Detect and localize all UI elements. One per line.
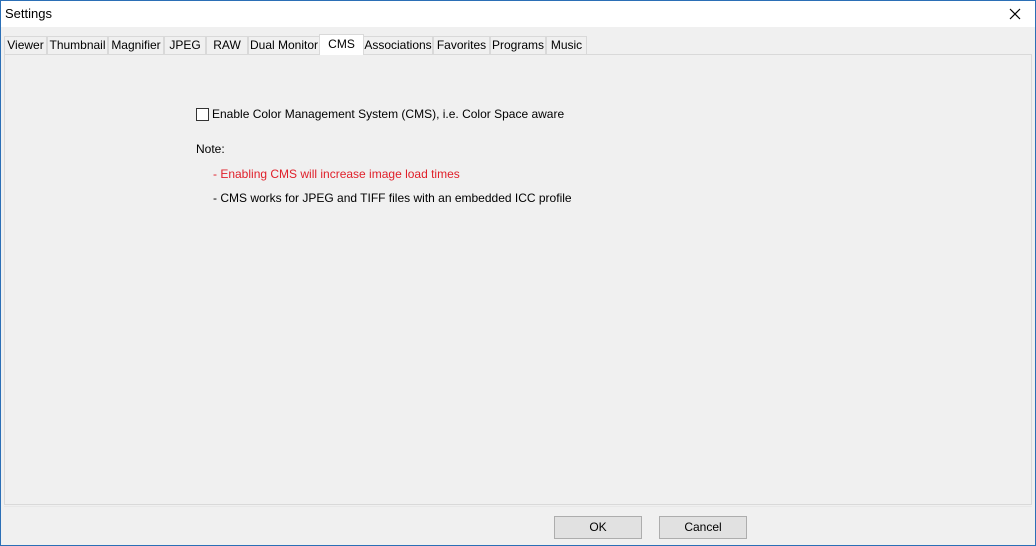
tab-thumbnail[interactable]: Thumbnail [47,36,108,54]
tab-viewer[interactable]: Viewer [4,36,47,54]
tab-raw[interactable]: RAW [206,36,248,54]
close-icon [1009,8,1021,20]
close-button[interactable] [995,1,1035,27]
cms-tab-panel: Enable Color Management System (CMS), i.… [4,54,1032,505]
enable-cms-label: Enable Color Management System (CMS), i.… [212,107,565,121]
note-supported-formats: - CMS works for JPEG and TIFF files with… [213,191,572,205]
enable-cms-option[interactable]: Enable Color Management System (CMS), i.… [196,107,564,121]
title-bar: Settings [1,1,1035,27]
cancel-button[interactable]: Cancel [659,516,747,539]
tab-magnifier[interactable]: Magnifier [108,36,164,54]
enable-cms-checkbox[interactable] [196,107,209,121]
window-title: Settings [5,6,52,21]
settings-window: Settings Viewer Thumbnail Magnifier JPEG… [0,0,1036,546]
footer-divider [4,506,1032,507]
tab-dual-monitor[interactable]: Dual Monitor [248,36,320,54]
ok-button[interactable]: OK [554,516,642,539]
tab-music[interactable]: Music [546,36,587,54]
tab-strip: Viewer Thumbnail Magnifier JPEG RAW Dual… [4,34,1032,55]
tab-jpeg[interactable]: JPEG [164,36,206,54]
tab-favorites[interactable]: Favorites [433,36,490,54]
note-label: Note: [196,142,225,156]
tab-associations[interactable]: Associations [363,36,433,54]
note-warning-load-times: - Enabling CMS will increase image load … [213,167,460,181]
tab-programs[interactable]: Programs [490,36,546,54]
tab-cms[interactable]: CMS [319,34,364,55]
